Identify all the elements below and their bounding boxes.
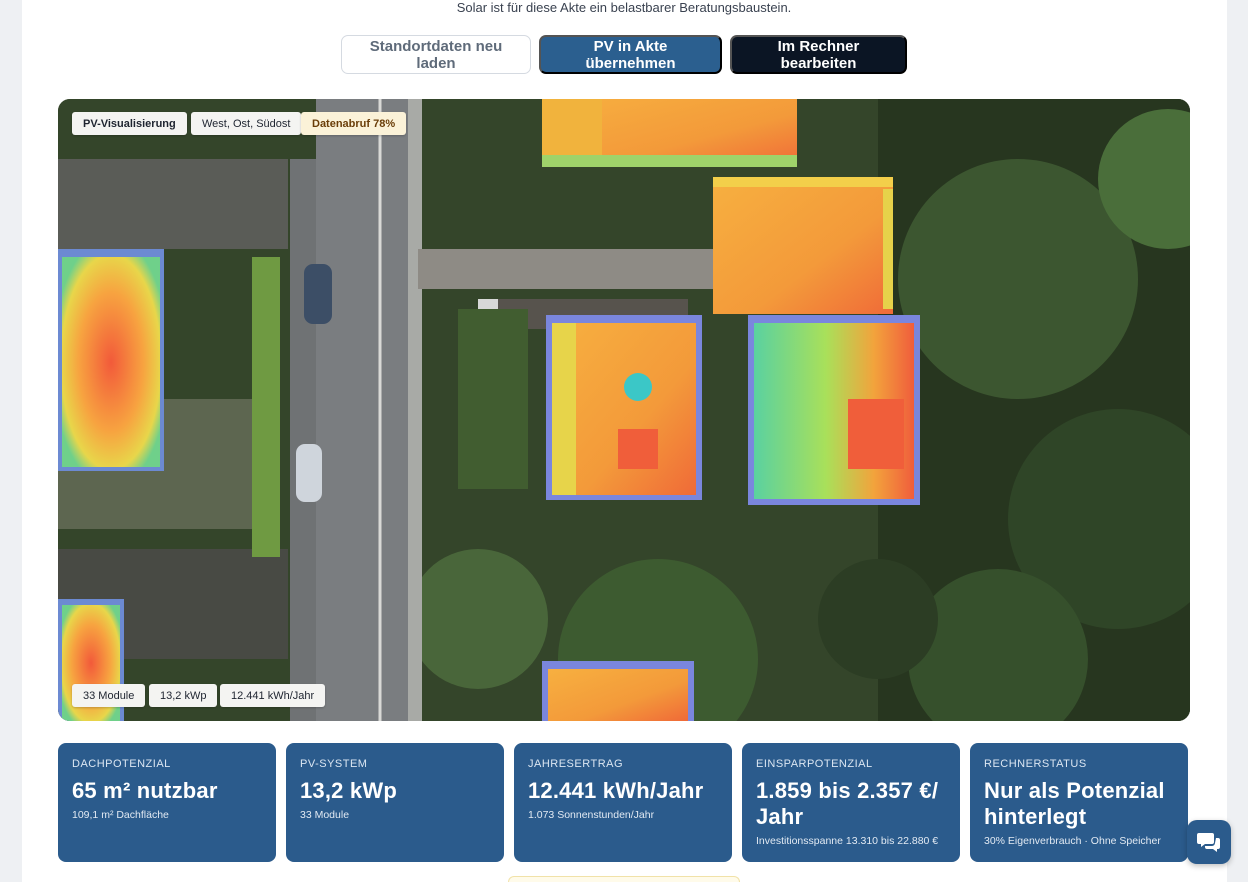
stat-value: 12.441 kWh/Jahr <box>528 778 704 803</box>
power-chip: 13,2 kWp <box>149 684 218 707</box>
yield-chip: 12.441 kWh/Jahr <box>220 684 326 707</box>
action-bar: Standortdaten neu laden PV in Akte übern… <box>0 35 1248 74</box>
orientation-chip: West, Ost, Südost <box>191 112 302 135</box>
stat-value: 65 m² nutzbar <box>72 778 218 803</box>
stat-card-roof-potential: DACHPOTENZIAL 65 m² nutzbar 109,1 m² Dac… <box>58 743 276 862</box>
pv-visualization-map[interactable]: PV-Visualisierung West, Ost, Südost Date… <box>58 99 1190 721</box>
chat-button[interactable] <box>1187 820 1231 864</box>
stat-sub: 30% Eigenverbrauch · Ohne Speicher <box>984 835 1161 847</box>
modules-chip: 33 Module <box>72 684 146 707</box>
stat-label: EINSPARPOTENZIAL <box>756 758 873 770</box>
edit-in-calculator-button[interactable]: Im Rechner bearbeiten <box>730 35 907 74</box>
stat-sub: Investitionsspanne 13.310 bis 22.880 € <box>756 835 939 847</box>
stat-card-calculator-status: RECHNERSTATUS Nur als Potenzial hinterle… <box>970 743 1188 862</box>
stat-card-savings: EINSPARPOTENZIAL 1.859 bis 2.357 €/ Jahr… <box>742 743 960 862</box>
stat-value: 1.859 bis 2.357 €/ Jahr <box>756 778 939 829</box>
stat-card-pv-system: PV-SYSTEM 13,2 kWp 33 Module <box>286 743 504 862</box>
stat-label: RECHNERSTATUS <box>984 758 1087 770</box>
stat-sub: 109,1 m² Dachfläche <box>72 809 169 821</box>
stat-label: DACHPOTENZIAL <box>72 758 171 770</box>
intro-text: Solar ist für diese Akte ein belastbarer… <box>456 0 792 15</box>
visualization-title-chip: PV-Visualisierung <box>72 112 187 135</box>
stats-row: DACHPOTENZIAL 65 m² nutzbar 109,1 m² Dac… <box>58 743 1191 862</box>
stat-sub: 33 Module <box>300 809 350 821</box>
stat-card-annual-yield: JAHRESERTRAG 12.441 kWh/Jahr 1.073 Sonne… <box>514 743 732 862</box>
notice-box <box>508 876 740 882</box>
stat-sub: 1.073 Sonnenstunden/Jahr <box>528 809 655 821</box>
stat-label: PV-SYSTEM <box>300 758 368 770</box>
aerial-solar-heatmap <box>58 99 1190 721</box>
data-progress-chip: Datenabruf 78% <box>301 112 407 135</box>
stat-value: Nur als Potenzial hinterlegt <box>984 778 1165 829</box>
stat-value: 13,2 kWp <box>300 778 397 803</box>
apply-pv-button[interactable]: PV in Akte übernehmen <box>539 35 722 74</box>
chat-bubbles-icon <box>1197 833 1220 852</box>
stat-label: JAHRESERTRAG <box>528 758 624 770</box>
reload-location-button[interactable]: Standortdaten neu laden <box>341 35 531 74</box>
